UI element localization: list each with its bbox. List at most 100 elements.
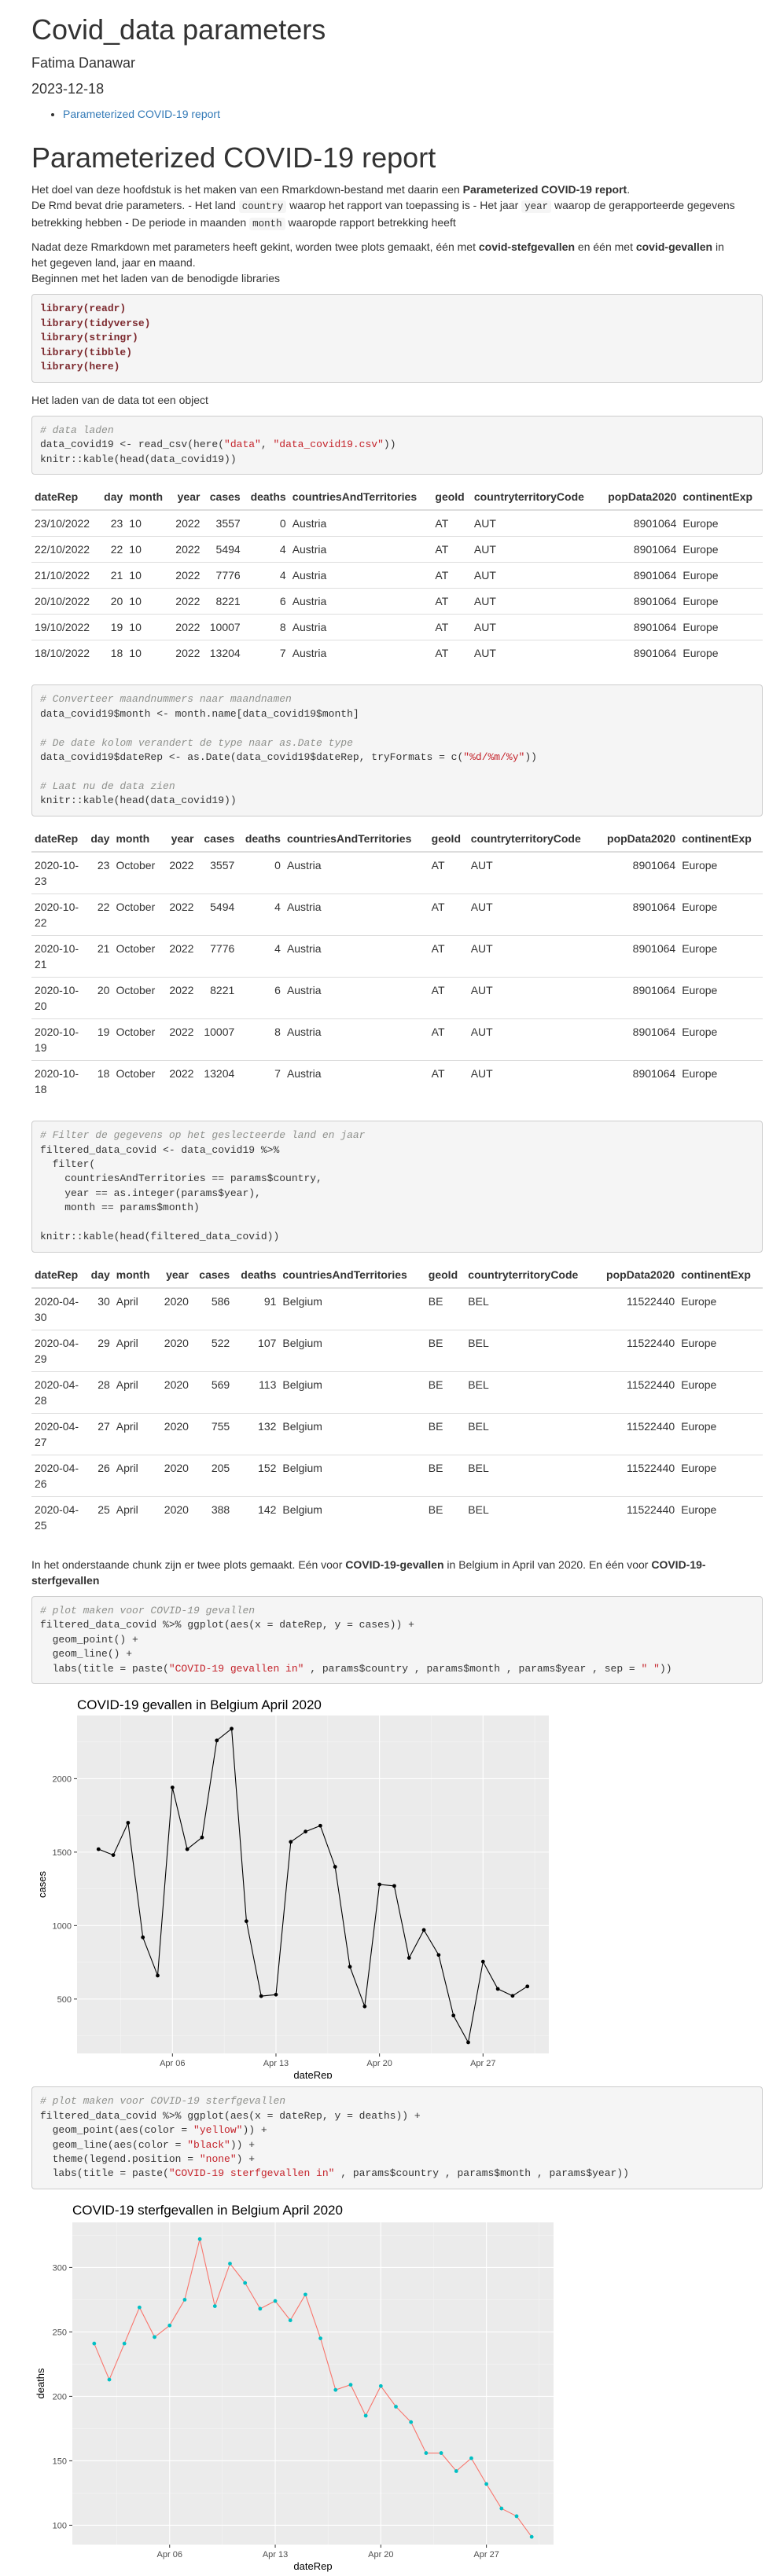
code-comment: # Converteer maandnummers naar maandname… [40, 693, 292, 706]
table-cell: 2022 [163, 851, 197, 894]
x-tick-label: Apr 13 [263, 2059, 289, 2068]
table-cell: Europe [679, 934, 763, 978]
data-point [510, 1994, 515, 1998]
table-cell: AT [432, 614, 471, 640]
table-cell: Europe [678, 1287, 763, 1330]
code-line: library(readr) [40, 303, 127, 315]
table-cell: Europe [678, 1371, 763, 1414]
table-cell: 20 [98, 588, 127, 615]
data-table-raw: dateRep day month year cases deaths countriesA… [31, 484, 763, 666]
data-point [197, 2237, 202, 2241]
table-cell: April [112, 1454, 158, 1497]
table-cell: 2022 [169, 640, 204, 666]
y-tick-label: 500 [57, 1995, 72, 2005]
table-cell: AUT [470, 588, 598, 615]
column-header: countryterritoryCode [467, 825, 597, 853]
data-point [244, 1919, 248, 1924]
code-line: library(tibble) [40, 346, 133, 358]
table-cell: 10 [126, 562, 170, 589]
table-cell: AT [432, 509, 471, 537]
table-cell: Austria [289, 562, 432, 589]
table-cell: 4 [243, 536, 289, 563]
data-point [421, 1928, 426, 1932]
table-cell: 2022 [169, 536, 204, 563]
y-tick-label: 100 [53, 2521, 67, 2530]
code-string: "%d/%m/%y" [463, 751, 525, 764]
column-header: continentExp [679, 484, 763, 512]
table-cell: AT [432, 640, 471, 666]
date: 2023-12-18 [31, 81, 105, 97]
table-row: 2020-10-21 21 October 2022 7776 4 Austria AT AUT… [31, 934, 763, 978]
table-cell: 10 [126, 536, 170, 563]
table-cell: 20 [85, 976, 113, 1019]
code-string: "COVID-19 gevallen in" [168, 1662, 304, 1675]
x-tick-label: Apr 06 [160, 2059, 185, 2068]
code-string: "COVID-19 sterfgevallen in" [168, 2167, 335, 2180]
data-point [92, 2341, 97, 2346]
column-header: dateRep [31, 825, 85, 853]
data-point [185, 1847, 189, 1851]
y-tick-label: 200 [53, 2392, 67, 2402]
column-header: deaths [243, 484, 289, 512]
table-cell: 5494 [197, 893, 238, 936]
table-cell: 2022 [169, 614, 204, 640]
table-cell: AT [428, 893, 468, 936]
table-header-row: dateRep day month year cases deaths countriesA… [31, 484, 763, 512]
table-cell: 2020-04-28 [31, 1371, 85, 1414]
table-cell: 569 [191, 1371, 234, 1414]
toc-link[interactable]: Parameterized COVID-19 report [63, 108, 220, 120]
table-cell: 21/10/2022 [31, 562, 99, 589]
table-cell: 19 [98, 614, 127, 640]
y-tick-label: 2000 [53, 1775, 72, 1785]
table-cell: 11522440 [594, 1454, 679, 1497]
y-tick-label: 1000 [53, 1922, 72, 1932]
table-cell: 10 [126, 509, 170, 537]
x-axis-label: dateRep [293, 2069, 332, 2079]
table-cell: 11522440 [594, 1495, 679, 1538]
data-point [378, 2383, 383, 2388]
column-header: month [126, 484, 170, 512]
code-string: "none" [199, 2153, 237, 2165]
table-cell: 7 [243, 640, 289, 666]
code-text: filtered_data_covid <- data_covid19 %>% [40, 1143, 280, 1156]
column-header: popData2020 [596, 825, 679, 853]
column-header: deaths [237, 825, 284, 853]
column-header: cases [191, 1261, 234, 1289]
data-point [495, 1987, 500, 1991]
table-cell: Austria [289, 536, 432, 563]
column-header: countriesAndTerritories [289, 484, 432, 512]
data-point [407, 1956, 411, 1961]
data-point [348, 2383, 353, 2387]
table-cell: 152 [233, 1454, 280, 1497]
table-cell: 3557 [197, 851, 238, 894]
table-cell: 2020 [157, 1495, 192, 1538]
table-cell: 142 [233, 1495, 280, 1538]
table-cell: Europe [678, 1412, 763, 1455]
table-cell: 21 [85, 934, 113, 978]
table-cell: 7776 [197, 934, 238, 978]
column-header: year [157, 1261, 192, 1289]
table-header-row: dateRep day month year cases deaths countriesA… [31, 1261, 763, 1289]
data-point [137, 2305, 142, 2310]
data-point [182, 2297, 187, 2302]
column-header: countriesAndTerritories [283, 825, 429, 853]
table-cell: AUT [467, 1060, 597, 1103]
table-cell: 8901064 [596, 893, 679, 936]
text: in Belgium in April van 2020. En één voo… [443, 1558, 652, 1571]
data-point [480, 1959, 485, 1964]
data-point [167, 2323, 172, 2328]
table-cell: 19 [85, 1018, 113, 1061]
column-header: continentExp [678, 1261, 763, 1289]
table-row: 20/10/2022 20 10 2022 8221 6 Austria AT AUT 89010… [31, 588, 763, 615]
column-header: deaths [233, 1261, 280, 1289]
data-point [348, 1965, 352, 1969]
text: De Rmd bevat drie parameters. - Het land [31, 198, 239, 211]
table-cell: Europe [679, 1060, 763, 1103]
table-cell: 2022 [163, 934, 197, 978]
table-cell: 8221 [197, 976, 238, 1019]
data-point [304, 1829, 307, 1834]
table-cell: 91 [233, 1287, 280, 1330]
table-cell: 2020-10-22 [31, 893, 85, 936]
table-cell: 7 [237, 1060, 284, 1103]
table-row: 2020-04-27 27 April 2020 755 132 Belgium BE BEL 1… [31, 1412, 763, 1455]
